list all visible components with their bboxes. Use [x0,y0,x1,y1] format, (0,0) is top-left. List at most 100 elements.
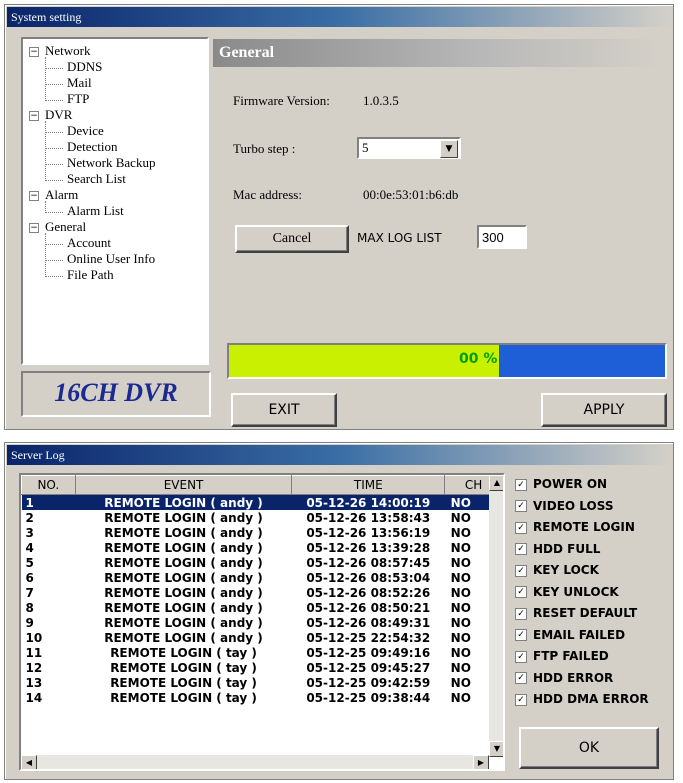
column-header-event[interactable]: EVENT [74,475,293,495]
max-log-list-input[interactable] [477,225,527,249]
tree-item-network-backup[interactable]: Network Backup [67,155,155,171]
checkmark-icon[interactable]: ✓ [515,564,527,577]
table-row[interactable]: 11 REMOTE LOGIN ( tay ) 05-12-25 09:49:16 N… [22,645,503,660]
tree-item-detection[interactable]: Detection [67,139,118,155]
column-header-time[interactable]: TIME [291,475,446,495]
filter-checkbox-hdd-dma-error[interactable]: ✓ HDD DMA ERROR [515,692,649,706]
checkmark-icon[interactable]: ✓ [515,650,527,663]
tree-item-alarm[interactable]: Alarm [45,187,78,203]
progress-text: 00 % [459,351,498,367]
filter-label: FTP FAILED [533,649,609,663]
checkmark-icon[interactable]: ✓ [515,543,527,555]
collapse-icon[interactable]: − [29,111,39,121]
filter-label: EMAIL FAILED [533,627,626,642]
tree-item-label: Online User Info [67,251,156,266]
table-row[interactable]: 10 REMOTE LOGIN ( andy ) 05-12-25 22:54:32… [22,630,503,645]
horizontal-scrollbar[interactable]: ◀ ▶ [21,755,489,769]
checkmark-icon[interactable]: ✓ [515,521,527,534]
tree-item-file-path[interactable]: File Path [67,267,114,283]
table-row[interactable]: 9 REMOTE LOGIN ( andy ) 05-12-26 08:49:31 N… [22,615,503,630]
tree-item-label: File Path [67,267,114,282]
tree-item-mail[interactable]: Mail [67,75,92,91]
cell-time: 05-12-25 09:42:59 [306,675,431,690]
filter-checkbox-remote-login[interactable]: ✓ REMOTE LOGIN [515,520,635,534]
tree-item-network[interactable]: Network [45,43,91,59]
filter-label: KEY LOCK [533,563,599,577]
filter-checkbox-ftp-failed[interactable]: ✓ FTP FAILED [515,649,609,663]
tree-connector [45,164,63,165]
collapse-icon[interactable]: − [29,191,39,201]
firmware-value: 1.0.3.5 [363,93,399,108]
filter-checkbox-hdd-full[interactable]: ✓ HDD FULL [515,542,600,556]
cell-no: 11 [25,645,43,660]
collapse-icon[interactable]: − [29,47,39,57]
cell-event: REMOTE LOGIN ( andy ) [104,630,263,645]
scroll-right-icon[interactable]: ▶ [473,755,489,769]
filter-checkbox-video-loss[interactable]: ✓ VIDEO LOSS [515,499,613,513]
apply-button-label: APPLY [583,402,625,418]
tree-item-alarm-list[interactable]: Alarm List [67,203,124,219]
vertical-scrollbar[interactable]: ▲ ▼ [489,475,503,757]
cell-no: 14 [25,690,43,705]
mac-address-value: 00:0e:53:01:b6:db [363,187,459,202]
tree-item-search-list[interactable]: Search List [67,171,126,187]
filter-checkbox-reset-default[interactable]: ✓ RESET DEFAULT [515,606,637,620]
checkmark-icon[interactable]: ✓ [515,693,527,706]
filter-checkbox-email-failed[interactable]: ✓ EMAIL FAILED [515,628,625,642]
filter-label: HDD DMA ERROR [533,692,649,706]
tree-item-device[interactable]: Device [67,123,104,139]
tree-item-general[interactable]: General [45,219,86,235]
filter-checkbox-hdd-error[interactable]: ✓ HDD ERROR [515,671,613,685]
cell-time: 05-12-26 13:56:19 [306,525,431,540]
tree-item-account[interactable]: Account [67,235,111,251]
apply-button[interactable]: APPLY [541,393,667,427]
filter-checkbox-power-on[interactable]: ✓ POWER ON [515,477,607,491]
table-row[interactable]: 14 REMOTE LOGIN ( tay ) 05-12-25 09:38:44 N… [22,690,503,705]
table-row[interactable]: 3 REMOTE LOGIN ( andy ) 05-12-26 13:56:19 N… [22,525,503,540]
brand-label: 16CH DVR [54,378,178,407]
table-row[interactable]: 4 REMOTE LOGIN ( andy ) 05-12-26 13:39:28 N… [22,540,503,555]
table-row[interactable]: 6 REMOTE LOGIN ( andy ) 05-12-26 08:53:04 N… [22,570,503,585]
checkmark-icon[interactable]: ✓ [515,500,527,512]
table-row[interactable]: 1 REMOTE LOGIN ( andy ) 05-12-26 14:00:19 N… [21,494,503,510]
filter-checkbox-key-lock[interactable]: ✓ KEY LOCK [515,563,599,577]
cell-time: 05-12-25 09:49:16 [306,645,431,660]
checkmark-icon[interactable]: ✓ [515,629,527,641]
cell-no: 1 [21,494,76,510]
filter-checkbox-key-unlock[interactable]: ✓ KEY UNLOCK [515,585,619,599]
mac-address-label: Mac address: [233,187,302,202]
table-row[interactable]: 5 REMOTE LOGIN ( andy ) 05-12-26 08:57:45 N… [22,555,503,570]
cell-event: REMOTE LOGIN ( tay ) [110,675,257,690]
checkmark-icon[interactable]: ✓ [515,607,527,620]
scroll-down-icon[interactable]: ▼ [489,741,503,757]
table-row[interactable]: 2 REMOTE LOGIN ( andy ) 05-12-26 13:58:43 N… [22,510,503,525]
table-row[interactable]: 12 REMOTE LOGIN ( tay ) 05-12-25 09:45:27 N… [22,660,503,675]
checkmark-icon[interactable]: ✓ [515,672,527,684]
collapse-icon[interactable]: − [29,223,39,233]
table-row[interactable]: 8 REMOTE LOGIN ( andy ) 05-12-26 08:50:21 N… [22,600,503,615]
tree-item-label: Account [67,235,112,250]
tree-item-ddns[interactable]: DDNS [67,59,102,75]
cancel-button-label: Cancel [272,231,312,246]
turbo-step-value: 5 [362,140,369,155]
tree-item-ftp[interactable]: FTP [67,91,89,107]
section-title: General [219,44,275,61]
scroll-up-icon[interactable]: ▲ [489,475,503,491]
checkmark-icon[interactable]: ✓ [515,478,527,491]
table-row[interactable]: 13 REMOTE LOGIN ( tay ) 05-12-25 09:42:59 N… [22,675,503,690]
table-row[interactable]: 7 REMOTE LOGIN ( andy ) 05-12-26 08:52:26 N… [22,585,503,600]
scroll-left-icon[interactable]: ◀ [21,755,37,769]
exit-button[interactable]: EXIT [231,393,337,427]
tree-connector [45,57,46,101]
tree-item-online-user-info[interactable]: Online User Info [67,251,155,267]
tree-item-label: DVR [45,107,73,122]
chevron-down-icon[interactable]: ▼ [440,140,458,158]
tree-item-dvr[interactable]: DVR [45,107,72,123]
column-header-no[interactable]: NO. [21,475,76,495]
ok-button[interactable]: OK [519,727,659,769]
cancel-button[interactable]: Cancel [235,225,349,253]
turbo-step-select[interactable]: 5 ▼ [357,137,461,159]
checkmark-icon[interactable]: ✓ [515,586,527,598]
cell-event: REMOTE LOGIN ( andy ) [104,540,263,555]
ok-button-label: OK [578,740,600,756]
